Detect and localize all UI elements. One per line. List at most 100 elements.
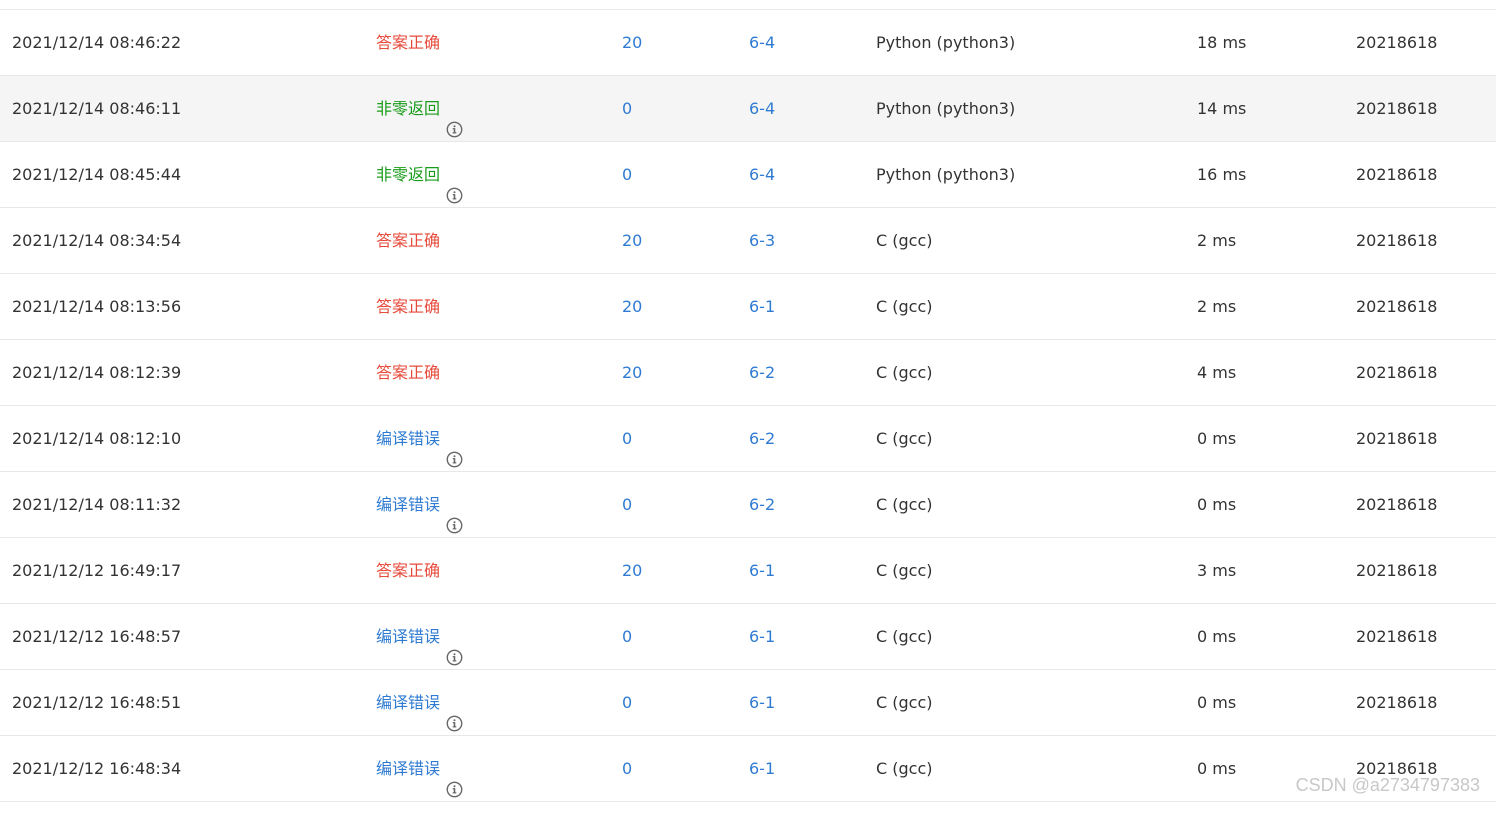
status-label[interactable]: 编译错误 [376, 406, 440, 471]
status-cell[interactable]: 编译错误 [376, 472, 463, 537]
table-row: 2021/12/14 08:12:10 编译错误 0 6-2 C (gcc) 0 ms 20… [0, 406, 1496, 472]
status-label[interactable]: 答案正确 [376, 208, 440, 273]
status-label[interactable]: 非零返回 [376, 142, 440, 207]
score-link[interactable]: 0 [622, 670, 632, 735]
status-cell[interactable]: 非零返回 [376, 142, 463, 207]
status-cell[interactable]: 答案正确 [376, 208, 440, 273]
score-link[interactable]: 20 [622, 538, 642, 603]
status-link[interactable]: 答案正确 [376, 340, 440, 405]
runtime: 18 ms [1197, 33, 1247, 52]
score-link[interactable]: 0 [622, 736, 632, 801]
problem-link[interactable]: 6-2 [749, 340, 775, 405]
status-label[interactable]: 编译错误 [376, 604, 440, 669]
info-circle-icon[interactable] [446, 166, 463, 204]
table-row: 2021/12/12 16:48:34 编译错误 0 6-1 C (gcc) 0 ms 20… [0, 736, 1496, 802]
score-link[interactable]: 0 [622, 472, 632, 537]
info-circle-icon[interactable] [446, 628, 463, 666]
status-link[interactable]: 编译错误 [376, 670, 463, 735]
runtime: 16 ms [1197, 165, 1247, 184]
runtime: 2 ms [1197, 297, 1237, 316]
info-circle-icon[interactable] [446, 430, 463, 468]
runtime: 4 ms [1197, 363, 1237, 382]
user-id: 20218618 [1356, 495, 1438, 514]
score-link[interactable]: 20 [622, 340, 642, 405]
user-id: 20218618 [1356, 165, 1438, 184]
score-link[interactable]: 0 [622, 76, 632, 141]
submit-time: 2021/12/14 08:45:44 [12, 165, 182, 184]
problem-link[interactable]: 6-1 [749, 670, 775, 735]
submit-time: 2021/12/12 16:48:51 [12, 693, 182, 712]
submit-time: 2021/12/14 08:13:56 [12, 297, 182, 316]
table-row: 2021/12/14 08:45:44 非零返回 0 6-4 Python (pytho… [0, 142, 1496, 208]
problem-link[interactable]: 6-2 [749, 472, 775, 537]
submit-time: 2021/12/14 08:12:10 [12, 429, 182, 448]
status-cell[interactable]: 编译错误 [376, 406, 463, 471]
status-link[interactable]: 答案正确 [376, 10, 440, 75]
score-link[interactable]: 0 [622, 604, 632, 669]
status-link[interactable]: 编译错误 [376, 604, 463, 669]
status-label[interactable]: 答案正确 [376, 340, 440, 405]
user-id: 20218618 [1356, 627, 1438, 646]
runtime: 14 ms [1197, 99, 1247, 118]
score-link[interactable]: 20 [622, 10, 642, 75]
info-circle-icon[interactable] [446, 100, 463, 138]
submit-time: 2021/12/12 16:49:17 [12, 561, 182, 580]
score-link[interactable]: 0 [622, 142, 632, 207]
status-cell[interactable]: 答案正确 [376, 340, 440, 405]
submit-time: 2021/12/14 08:46:22 [12, 33, 182, 52]
status-cell[interactable]: 答案正确 [376, 274, 440, 339]
status-cell[interactable]: 答案正确 [376, 10, 440, 75]
status-cell[interactable]: 答案正确 [376, 538, 440, 603]
info-circle-icon[interactable] [446, 694, 463, 732]
score-link[interactable]: 20 [622, 274, 642, 339]
status-label[interactable]: 非零返回 [376, 76, 440, 141]
language: C (gcc) [876, 561, 933, 580]
problem-link[interactable]: 6-3 [749, 208, 775, 273]
status-link[interactable]: 编译错误 [376, 406, 463, 471]
submit-time: 2021/12/14 08:12:39 [12, 363, 182, 382]
language: C (gcc) [876, 231, 933, 250]
problem-link[interactable]: 6-1 [749, 604, 775, 669]
status-cell[interactable]: 编译错误 [376, 604, 463, 669]
status-cell[interactable]: 编译错误 [376, 736, 463, 801]
score-link[interactable]: 20 [622, 208, 642, 273]
status-cell[interactable]: 非零返回 [376, 76, 463, 141]
user-id: 20218618 [1356, 297, 1438, 316]
status-link[interactable]: 答案正确 [376, 274, 440, 339]
problem-link[interactable]: 6-4 [749, 142, 775, 207]
status-cell[interactable]: 编译错误 [376, 670, 463, 735]
status-link[interactable]: 非零返回 [376, 142, 463, 207]
user-id: 20218618 [1356, 429, 1438, 448]
status-link[interactable]: 编译错误 [376, 472, 463, 537]
problem-link[interactable]: 6-2 [749, 406, 775, 471]
user-id: 20218618 [1356, 33, 1438, 52]
status-label[interactable]: 答案正确 [376, 538, 440, 603]
submission-table: 2021/12/14 08:46:22 答案正确 20 6-4 Python (pyth… [0, 9, 1496, 802]
status-label[interactable]: 编译错误 [376, 670, 440, 735]
submit-time: 2021/12/12 16:48:34 [12, 759, 182, 778]
info-circle-icon[interactable] [446, 760, 463, 798]
status-label[interactable]: 答案正确 [376, 274, 440, 339]
runtime: 2 ms [1197, 231, 1237, 250]
problem-link[interactable]: 6-1 [749, 538, 775, 603]
status-label[interactable]: 编译错误 [376, 472, 440, 537]
score-link[interactable]: 0 [622, 406, 632, 471]
user-id: 20218618 [1356, 231, 1438, 250]
status-link[interactable]: 非零返回 [376, 76, 463, 141]
status-label[interactable]: 答案正确 [376, 10, 440, 75]
status-link[interactable]: 编译错误 [376, 736, 463, 801]
runtime: 0 ms [1197, 627, 1237, 646]
problem-link[interactable]: 6-4 [749, 76, 775, 141]
status-label[interactable]: 编译错误 [376, 736, 440, 801]
table-row: 2021/12/14 08:46:22 答案正确 20 6-4 Python (pyth… [0, 10, 1496, 76]
problem-link[interactable]: 6-4 [749, 10, 775, 75]
problem-link[interactable]: 6-1 [749, 274, 775, 339]
table-row: 2021/12/12 16:48:51 编译错误 0 6-1 C (gcc) 0 ms 20… [0, 670, 1496, 736]
language: C (gcc) [876, 363, 933, 382]
user-id: 20218618 [1356, 561, 1438, 580]
status-link[interactable]: 答案正确 [376, 208, 440, 273]
problem-link[interactable]: 6-1 [749, 736, 775, 801]
status-link[interactable]: 答案正确 [376, 538, 440, 603]
language: C (gcc) [876, 297, 933, 316]
info-circle-icon[interactable] [446, 496, 463, 534]
